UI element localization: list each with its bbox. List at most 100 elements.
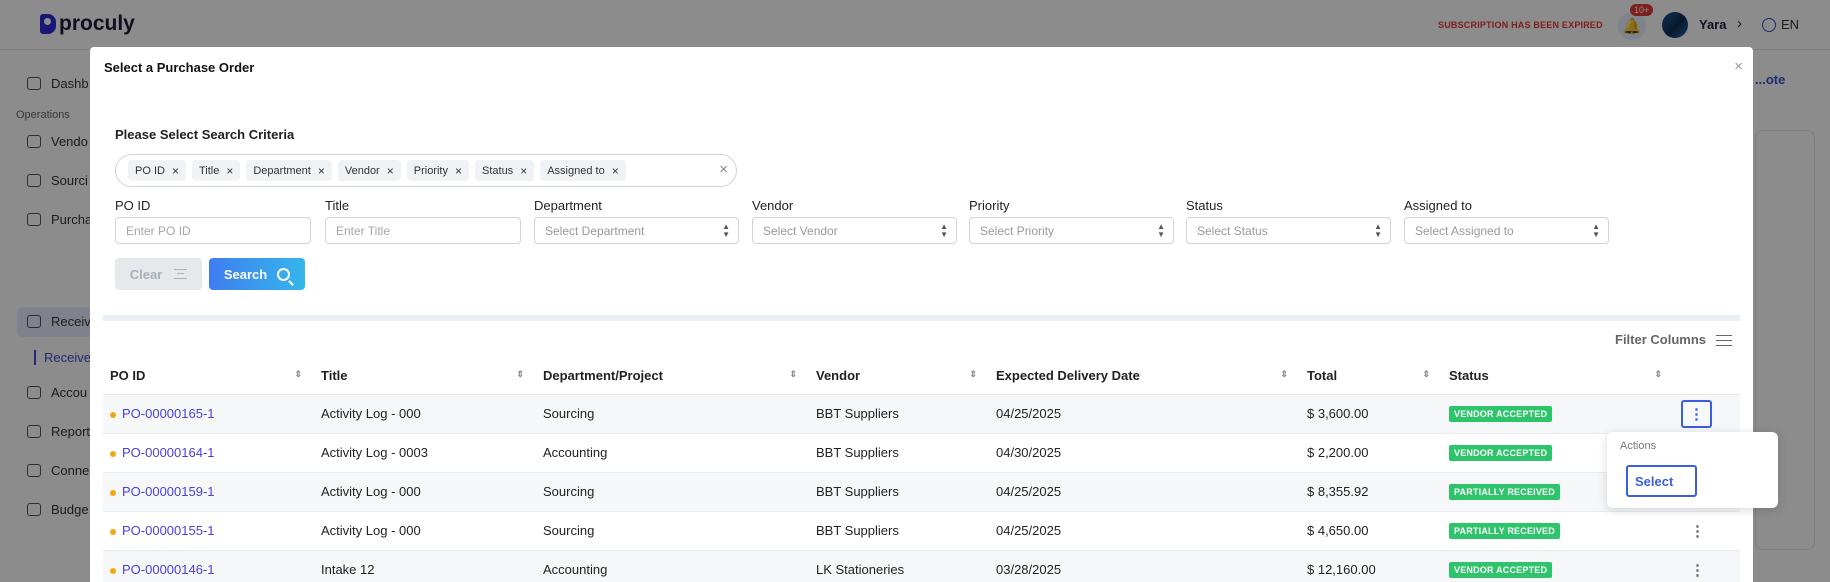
priority-dot xyxy=(110,411,116,418)
po-id-link[interactable]: PO-00000146-1 xyxy=(122,562,215,577)
sliders-icon xyxy=(1716,333,1733,347)
title-cell: Intake 12 xyxy=(314,550,536,582)
column-header-label: Expected Delivery Date xyxy=(996,367,1140,383)
select-arrows-icon: ▲ ▼ xyxy=(1374,222,1382,239)
filter-columns-button[interactable]: Filter Columns xyxy=(1615,332,1733,347)
table-header-row: PO ID ⇕ Title ⇕ Department/Project ⇕ Vendor… xyxy=(103,357,1740,395)
table-row[interactable]: PO-00000164-1 Activity Log - 0003 Accoun… xyxy=(103,433,1740,473)
column-header-vendor[interactable]: Vendor ⇕ xyxy=(809,357,989,395)
select-action-button[interactable]: Select xyxy=(1626,465,1697,497)
kebab-menu-icon[interactable]: ⋮ xyxy=(1681,399,1712,428)
priority-label: Priority xyxy=(969,198,1010,213)
criteria-tag: Vendor × xyxy=(337,160,401,181)
title-cell: Activity Log - 000 xyxy=(314,511,536,551)
department-select[interactable]: Select Department ▲ ▼ xyxy=(534,217,739,244)
po-id-link[interactable]: PO-00000165-1 xyxy=(122,406,215,421)
table-row[interactable]: PO-00000155-1 Activity Log - 000 Sourcin… xyxy=(103,511,1740,551)
po-id-link[interactable]: PO-00000164-1 xyxy=(122,445,215,460)
vendor-cell: BBT Suppliers xyxy=(809,394,989,434)
remove-tag-icon[interactable]: × xyxy=(172,164,179,178)
vendor-cell: LK Stationeries xyxy=(809,550,989,582)
table-row[interactable]: PO-00000146-1 Intake 12 Accounting LK St… xyxy=(103,550,1740,582)
po-id-cell: PO-00000146-1 xyxy=(103,550,314,582)
po-id-cell: PO-00000164-1 xyxy=(103,433,314,473)
table-row[interactable]: PO-00000165-1 Activity Log - 000 Sourcin… xyxy=(103,394,1740,434)
po-id-link[interactable]: PO-00000159-1 xyxy=(122,484,215,499)
priority-dot xyxy=(110,450,116,457)
sort-icon[interactable]: ⇕ xyxy=(789,369,797,380)
column-header-delivery-date[interactable]: Expected Delivery Date ⇕ xyxy=(989,357,1300,395)
column-header-department[interactable]: Department/Project ⇕ xyxy=(536,357,809,395)
criteria-tag: PO ID × xyxy=(128,160,186,181)
department-cell: Sourcing xyxy=(536,511,809,551)
sort-icon[interactable]: ⇕ xyxy=(1280,369,1288,380)
column-header-label: Title xyxy=(321,367,348,383)
section-divider xyxy=(103,315,1740,321)
total-cell: $ 12,160.00 xyxy=(1300,550,1442,582)
sort-icon[interactable]: ⇕ xyxy=(969,369,977,380)
column-header-title[interactable]: Title ⇕ xyxy=(314,357,536,395)
clear-all-icon[interactable]: × xyxy=(719,161,728,178)
search-button[interactable]: Search xyxy=(209,258,305,290)
kebab-menu-icon[interactable]: ⋮ xyxy=(1681,523,1705,540)
delivery-date-cell: 04/30/2025 xyxy=(989,433,1300,473)
total-cell: $ 3,600.00 xyxy=(1300,394,1442,434)
title-input[interactable] xyxy=(325,217,521,244)
sort-icon[interactable]: ⇕ xyxy=(294,369,302,380)
status-badge: VENDOR ACCEPTED xyxy=(1449,445,1553,461)
remove-tag-icon[interactable]: × xyxy=(226,164,233,178)
total-cell: $ 4,650.00 xyxy=(1300,511,1442,551)
department-placeholder: Select Department xyxy=(545,223,645,238)
delivery-date-cell: 03/28/2025 xyxy=(989,550,1300,582)
sort-icon[interactable]: ⇕ xyxy=(516,369,524,380)
po-id-input[interactable] xyxy=(115,217,311,244)
remove-tag-icon[interactable]: × xyxy=(520,164,527,178)
vendor-cell: BBT Suppliers xyxy=(809,472,989,512)
po-id-label: PO ID xyxy=(115,198,151,213)
actions-popover: Actions Select xyxy=(1607,432,1778,508)
status-badge: VENDOR ACCEPTED xyxy=(1449,562,1553,578)
remove-tag-icon[interactable]: × xyxy=(612,164,619,178)
remove-tag-icon[interactable]: × xyxy=(455,164,462,178)
assigned-to-select[interactable]: Select Assigned to ▲ ▼ xyxy=(1404,217,1609,244)
remove-tag-icon[interactable]: × xyxy=(318,164,325,178)
column-header-total[interactable]: Total ⇕ xyxy=(1300,357,1442,395)
department-cell: Accounting xyxy=(536,433,809,473)
status-badge: VENDOR ACCEPTED xyxy=(1449,406,1553,422)
criteria-tag-label: Title xyxy=(198,164,220,177)
status-cell: VENDOR ACCEPTED xyxy=(1442,394,1674,434)
status-badge: PARTIALLY RECEIVED xyxy=(1449,523,1560,539)
search-icon xyxy=(277,267,291,281)
priority-select[interactable]: Select Priority ▲ ▼ xyxy=(969,217,1174,244)
clear-button[interactable]: Clear xyxy=(115,258,202,290)
priority-dot xyxy=(110,528,116,535)
column-header-status[interactable]: Status ⇕ xyxy=(1442,357,1674,395)
vendor-select[interactable]: Select Vendor ▲ ▼ xyxy=(752,217,957,244)
column-header-po-id[interactable]: PO ID ⇕ xyxy=(103,357,314,395)
title-cell: Activity Log - 000 xyxy=(314,472,536,512)
sort-icon[interactable]: ⇕ xyxy=(1654,369,1662,380)
actions-cell: ⋮ xyxy=(1674,511,1740,551)
department-cell: Sourcing xyxy=(536,472,809,512)
vendor-label: Vendor xyxy=(752,198,794,213)
priority-dot xyxy=(110,567,116,574)
filter-lines-icon xyxy=(174,269,188,279)
status-select[interactable]: Select Status ▲ ▼ xyxy=(1186,217,1391,244)
select-arrows-icon: ▲ ▼ xyxy=(940,222,948,239)
criteria-tag: Status × xyxy=(475,160,535,181)
table-row[interactable]: PO-00000159-1 Activity Log - 000 Sourcin… xyxy=(103,472,1740,512)
criteria-multiselect[interactable]: PO ID × Title × Department × Vendor × Priori… xyxy=(115,154,737,187)
criteria-tag: Title × xyxy=(191,160,241,181)
close-icon[interactable]: × xyxy=(1734,58,1743,75)
kebab-menu-icon[interactable]: ⋮ xyxy=(1681,562,1705,579)
criteria-tag-label: Status xyxy=(482,164,514,177)
criteria-tag: Assigned to × xyxy=(540,160,626,181)
po-id-cell: PO-00000155-1 xyxy=(103,511,314,551)
vendor-cell: BBT Suppliers xyxy=(809,511,989,551)
remove-tag-icon[interactable]: × xyxy=(387,164,394,178)
criteria-tag-label: Priority xyxy=(413,164,448,177)
sort-icon[interactable]: ⇕ xyxy=(1422,369,1430,380)
title-cell: Activity Log - 0003 xyxy=(314,433,536,473)
po-id-cell: PO-00000159-1 xyxy=(103,472,314,512)
po-id-link[interactable]: PO-00000155-1 xyxy=(122,523,215,538)
